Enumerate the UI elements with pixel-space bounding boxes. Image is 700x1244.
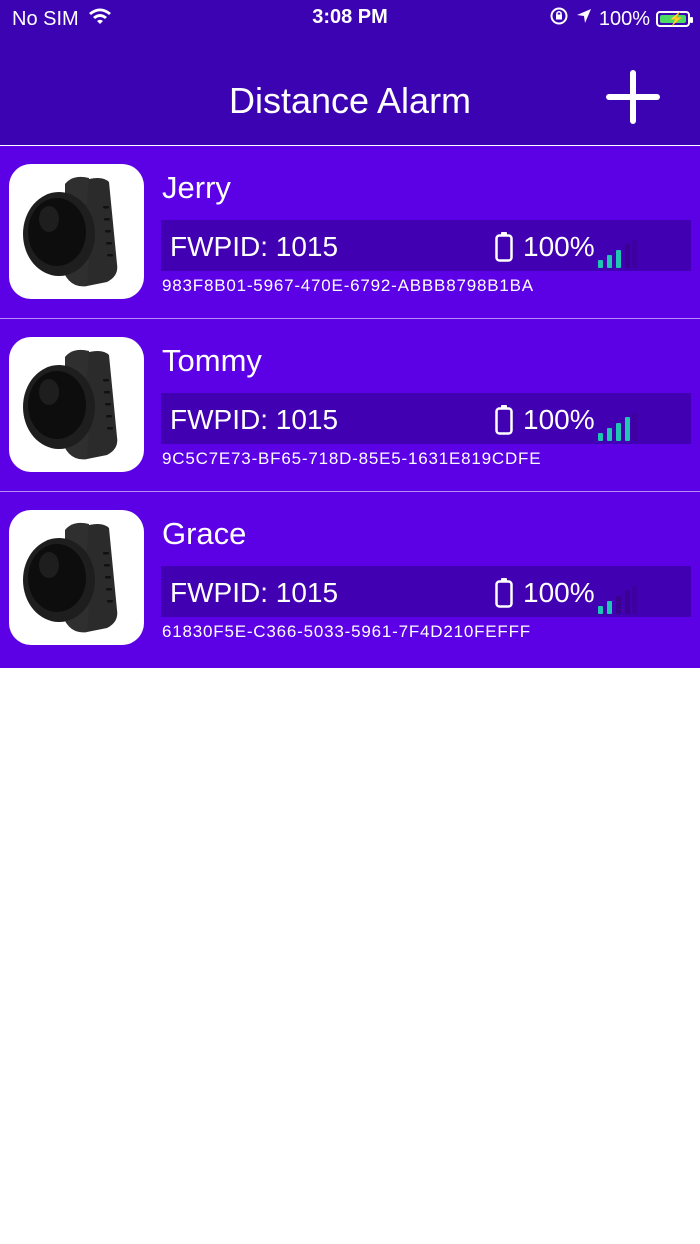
device-fwpid: FWPID: 1015	[170, 231, 339, 262]
plus-icon	[606, 70, 660, 124]
location-icon	[575, 7, 593, 31]
watch-thumbnail	[9, 164, 144, 299]
device-row[interactable]: Grace FWPID: 1015 100% 61830F5E-C366-503…	[0, 492, 700, 668]
battery-icon	[495, 405, 513, 435]
device-uuid: 9C5C7E73-BF65-718D-85E5-1631E819CDFE	[162, 449, 542, 468]
orientation-lock-icon	[549, 6, 569, 32]
status-right: 100% ⚡	[549, 6, 693, 32]
status-bar: No SIM 3:08 PM 100% ⚡	[0, 0, 700, 36]
signal-strength-icon	[598, 240, 637, 268]
device-name: Jerry	[162, 170, 231, 205]
device-info-bar: FWPID: 1015 100%	[161, 393, 691, 444]
watch-thumbnail	[9, 337, 144, 472]
smartwatch-icon	[23, 349, 118, 460]
device-name: Tommy	[162, 343, 262, 378]
nav-bar: Distance Alarm	[0, 60, 700, 140]
device-uuid: 983F8B01-5967-470E-6792-ABBB8798B1BA	[162, 276, 534, 295]
device-row[interactable]: Tommy FWPID: 1015 100% 9C5C7E73-BF65-718…	[0, 319, 700, 492]
battery-charging-icon: ⚡	[656, 11, 693, 27]
add-device-button[interactable]	[606, 70, 660, 124]
device-name: Grace	[162, 516, 247, 551]
device-fwpid: FWPID: 1015	[170, 404, 339, 435]
watch-thumbnail	[9, 510, 144, 645]
device-list: Jerry FWPID: 1015 100% 983F8B01-5967-470…	[0, 146, 700, 668]
device-row[interactable]: Jerry FWPID: 1015 100% 983F8B01-5967-470…	[0, 146, 700, 319]
device-info-bar: FWPID: 1015 100%	[161, 566, 691, 617]
device-fwpid: FWPID: 1015	[170, 577, 339, 608]
battery-percent: 100%	[598, 7, 650, 30]
device-battery: 100%	[523, 404, 595, 435]
battery-icon	[495, 232, 513, 262]
device-battery: 100%	[523, 231, 595, 262]
device-uuid: 61830F5E-C366-5033-5961-7F4D210FEFFF	[162, 622, 531, 641]
signal-strength-icon	[598, 413, 637, 441]
smartwatch-icon	[23, 522, 118, 633]
page-title: Distance Alarm	[228, 80, 472, 121]
device-info-bar: FWPID: 1015 100%	[161, 220, 691, 271]
device-battery: 100%	[523, 577, 595, 608]
header: No SIM 3:08 PM 100% ⚡ Distance Alarm	[0, 0, 700, 145]
signal-strength-icon	[598, 586, 637, 614]
battery-icon	[495, 578, 513, 608]
smartwatch-icon	[23, 176, 118, 287]
